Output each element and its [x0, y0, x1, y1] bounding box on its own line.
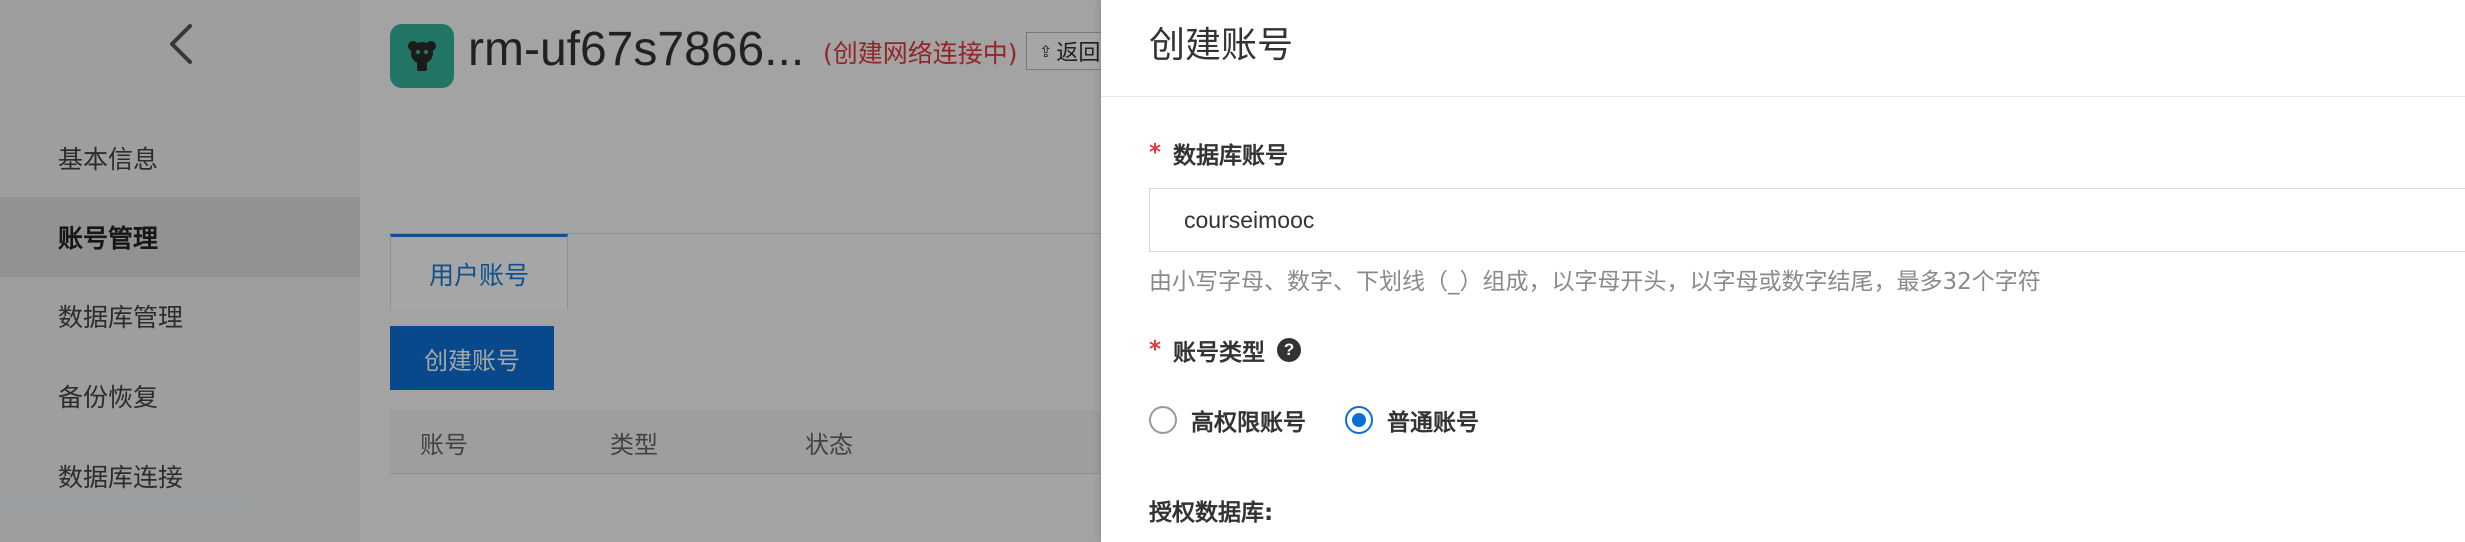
- radio-unchecked-icon: [1149, 406, 1177, 434]
- account-type-label: * 账号类型 ?: [1149, 333, 1302, 367]
- radio-label: 高权限账号: [1191, 410, 1306, 436]
- create-account-panel: 创建账号 * 数据库账号 由小写字母、数字、下划线（_）组成，以字母开头，以字母…: [1101, 0, 2465, 542]
- question-circle-icon[interactable]: ?: [1277, 338, 1302, 362]
- radio-checked-icon: [1345, 406, 1373, 434]
- db-account-label-text: 数据库账号: [1173, 143, 1289, 169]
- panel-title: 创建账号: [1149, 25, 1294, 66]
- required-mark: *: [1149, 140, 1162, 166]
- radio-high-privilege-account[interactable]: 高权限账号: [1149, 403, 1306, 437]
- console-background: 基本信息 账号管理 数据库管理 备份恢复 数据库连接 rm-uf67s7866.…: [0, 0, 1101, 542]
- required-mark: *: [1149, 337, 1162, 363]
- radio-normal-account[interactable]: 普通账号: [1345, 403, 1479, 437]
- account-type-label-text: 账号类型: [1173, 340, 1266, 366]
- modal-overlay[interactable]: [0, 0, 1101, 542]
- db-account-input[interactable]: [1149, 188, 2465, 252]
- authorized-db-label: 授权数据库:: [1149, 493, 1273, 527]
- panel-header: 创建账号: [1101, 0, 2465, 97]
- db-account-hint: 由小写字母、数字、下划线（_）组成，以字母开头，以字母或数字结尾，最多32个字符: [1149, 269, 2041, 295]
- radio-label: 普通账号: [1387, 410, 1479, 436]
- authorized-db-label-text: 授权数据库:: [1149, 500, 1274, 526]
- db-account-label: * 数据库账号: [1149, 136, 1288, 170]
